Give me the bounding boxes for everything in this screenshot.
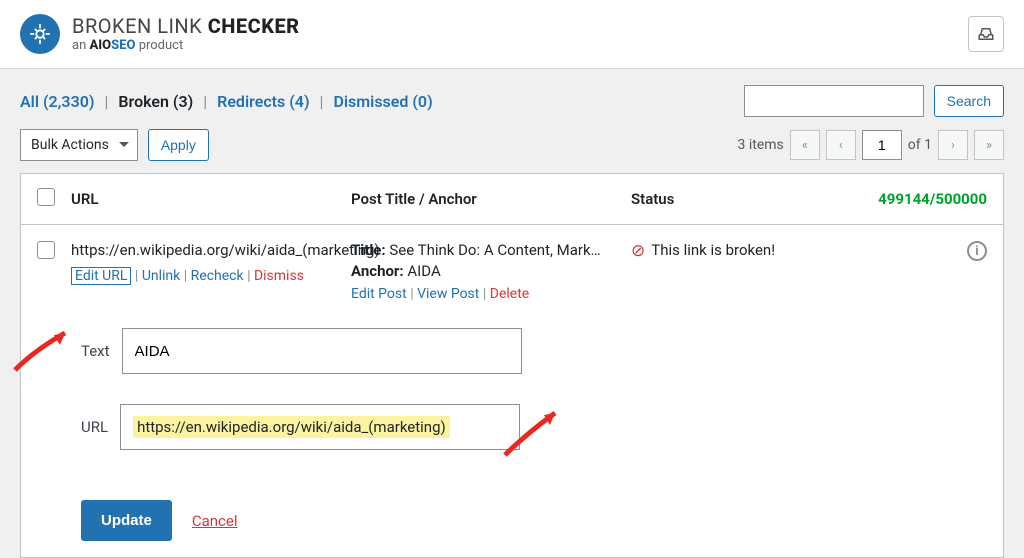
tab-broken[interactable]: Broken (3) [118, 92, 193, 111]
page-next-icon[interactable]: › [938, 130, 968, 160]
anchor-value: AIDA [407, 262, 440, 280]
anchor-label: Anchor: [351, 262, 407, 280]
edit-panel: Text URL https://en.wikipedia.org/wiki/a… [81, 328, 987, 541]
tab-sep: | [320, 92, 324, 111]
delete-action[interactable]: Delete [490, 286, 529, 302]
url-input[interactable]: https://en.wikipedia.org/wiki/aida_(mark… [120, 404, 520, 450]
view-post-action[interactable]: View Post [417, 286, 479, 302]
brand-title-bold: CHECKER [208, 14, 300, 38]
url-field-label: URL [81, 418, 108, 436]
bulk-actions-label: Bulk Actions [31, 137, 109, 153]
unlink-action[interactable]: Unlink [142, 268, 180, 284]
col-status: Status [631, 190, 847, 208]
dismiss-action[interactable]: Dismiss [254, 268, 304, 284]
brand: BROKEN LINK CHECKER an AIOSEO product [20, 14, 300, 54]
title-value: See Think Do: A Content, Mark… [389, 241, 600, 259]
toolbar: Bulk Actions Apply 3 items « ‹ of 1 › » [0, 129, 1024, 173]
tab-sep: | [203, 92, 207, 111]
brand-sub-prefix: an [72, 38, 89, 53]
brand-aio: AIO [89, 38, 111, 53]
page-prev-icon[interactable]: ‹ [826, 130, 856, 160]
col-title: Post Title / Anchor [351, 190, 631, 208]
error-icon: ⊘ [631, 241, 645, 261]
edit-post-action[interactable]: Edit Post [351, 286, 407, 302]
header: BROKEN LINK CHECKER an AIOSEO product [0, 0, 1024, 69]
brand-seo: SEO [111, 38, 135, 53]
tabs-row: All (2,330) | Broken (3) | Redirects (4)… [0, 69, 1024, 129]
quota-counter: 499144/500000 [847, 190, 987, 208]
bulk-actions-select[interactable]: Bulk Actions [20, 129, 138, 161]
search-button[interactable]: Search [934, 85, 1004, 117]
links-table: URL Post Title / Anchor Status 499144/50… [20, 173, 1004, 558]
items-count: 3 items [738, 137, 784, 153]
select-all-checkbox[interactable] [37, 188, 55, 206]
recheck-action[interactable]: Recheck [191, 268, 244, 284]
page-first-icon[interactable]: « [790, 130, 820, 160]
title-label: Title: [351, 241, 389, 259]
page-input[interactable] [862, 130, 902, 160]
plugin-icon [20, 14, 60, 54]
inbox-icon[interactable] [968, 16, 1004, 52]
status-text: This link is broken! [651, 241, 775, 259]
info-icon[interactable]: i [967, 241, 987, 261]
tab-redirects[interactable]: Redirects (4) [217, 92, 309, 111]
table-row: https://en.wikipedia.org/wiki/aida_(mark… [21, 225, 1003, 318]
page-last-icon[interactable]: » [974, 130, 1004, 160]
edit-url-button[interactable]: Edit URL [71, 267, 131, 285]
row-url: https://en.wikipedia.org/wiki/aida_(mark… [71, 241, 351, 259]
brand-sub-suffix: product [135, 38, 183, 53]
url-input-value: https://en.wikipedia.org/wiki/aida_(mark… [133, 416, 450, 438]
tab-all[interactable]: All (2,330) [20, 92, 94, 111]
cancel-link[interactable]: Cancel [192, 512, 238, 530]
table-header: URL Post Title / Anchor Status 499144/50… [21, 174, 1003, 225]
row-checkbox[interactable] [37, 241, 55, 259]
page-of: of 1 [908, 137, 932, 153]
col-url: URL [71, 190, 351, 208]
search-input[interactable] [744, 85, 924, 117]
apply-button[interactable]: Apply [148, 129, 209, 161]
update-button[interactable]: Update [81, 500, 172, 541]
tab-sep: | [104, 92, 108, 111]
text-input[interactable] [122, 328, 522, 374]
brand-title-light: BROKEN LINK [72, 14, 208, 38]
text-field-label: Text [81, 342, 110, 360]
tab-dismissed[interactable]: Dismissed (0) [333, 92, 432, 111]
